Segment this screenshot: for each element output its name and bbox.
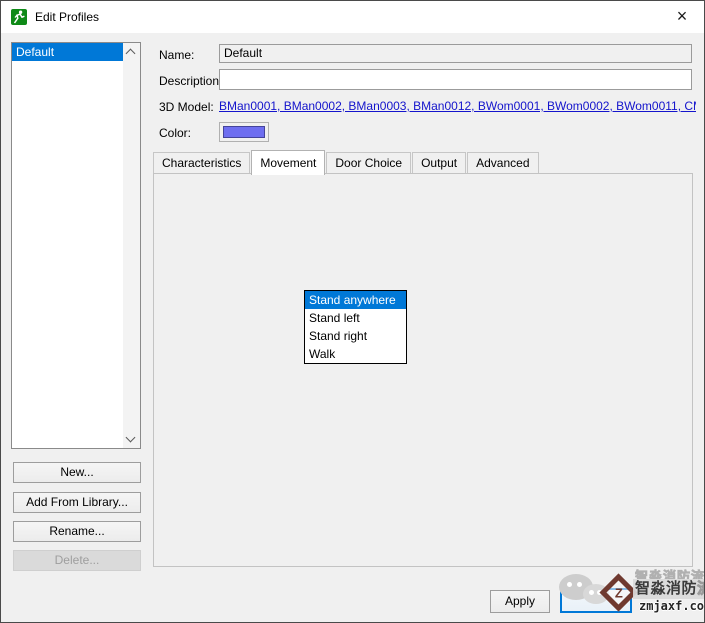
name-label: Name:: [159, 48, 194, 62]
profiles-listbox[interactable]: Default: [11, 42, 141, 449]
option-stand-right[interactable]: Stand right: [305, 327, 406, 345]
movement-panel: [153, 173, 693, 567]
add-from-library-button[interactable]: Add From Library...: [13, 492, 141, 513]
tab-movement[interactable]: Movement: [251, 150, 325, 175]
tab-door-choice[interactable]: Door Choice: [326, 152, 411, 173]
color-swatch: [223, 126, 265, 138]
scroll-up-icon[interactable]: [126, 49, 136, 59]
option-stand-anywhere[interactable]: Stand anywhere: [305, 291, 406, 309]
watermark-brand-bold: 智淼消防: [635, 580, 697, 597]
listbox-scrollbar[interactable]: [123, 43, 140, 448]
tab-advanced[interactable]: Advanced: [467, 152, 538, 173]
watermark-brand-outline: 流: [697, 580, 705, 597]
tab-characteristics[interactable]: Characteristics: [153, 152, 250, 173]
option-walk[interactable]: Walk: [305, 345, 406, 363]
tab-output[interactable]: Output: [412, 152, 466, 173]
watermark-url: zmjaxf.com: [639, 599, 705, 613]
close-button[interactable]: [560, 588, 632, 613]
escalator-dropdown: Stand anywhere Stand left Stand right Wa…: [304, 290, 407, 364]
tabstrip: Characteristics Movement Door Choice Out…: [153, 150, 540, 175]
description-label: Description:: [159, 74, 222, 88]
model-links[interactable]: BMan0001, BMan0002, BMan0003, BMan0012, …: [219, 99, 696, 114]
apply-button[interactable]: Apply: [490, 590, 550, 613]
rename-button[interactable]: Rename...: [13, 521, 141, 542]
watermark-outline-text: 智淼消防流: [635, 566, 705, 579]
option-stand-left[interactable]: Stand left: [305, 309, 406, 327]
edit-profiles-dialog: Edit Profiles × Default New... Add From …: [0, 0, 705, 623]
titlebar: Edit Profiles ×: [1, 1, 704, 33]
model-label: 3D Model:: [159, 100, 214, 114]
description-input[interactable]: [219, 69, 692, 90]
window-title: Edit Profiles: [35, 10, 99, 24]
color-swatch-button[interactable]: [219, 122, 269, 142]
list-item-default[interactable]: Default: [12, 43, 123, 61]
new-button[interactable]: New...: [13, 462, 141, 483]
name-input[interactable]: Default: [219, 44, 692, 63]
watermark-brand-text: 智淼消防流: [633, 579, 705, 599]
scroll-down-icon[interactable]: [126, 433, 136, 443]
delete-button: Delete...: [13, 550, 141, 571]
color-label: Color:: [159, 126, 191, 140]
close-icon[interactable]: ×: [660, 1, 704, 32]
app-icon: [11, 9, 27, 25]
